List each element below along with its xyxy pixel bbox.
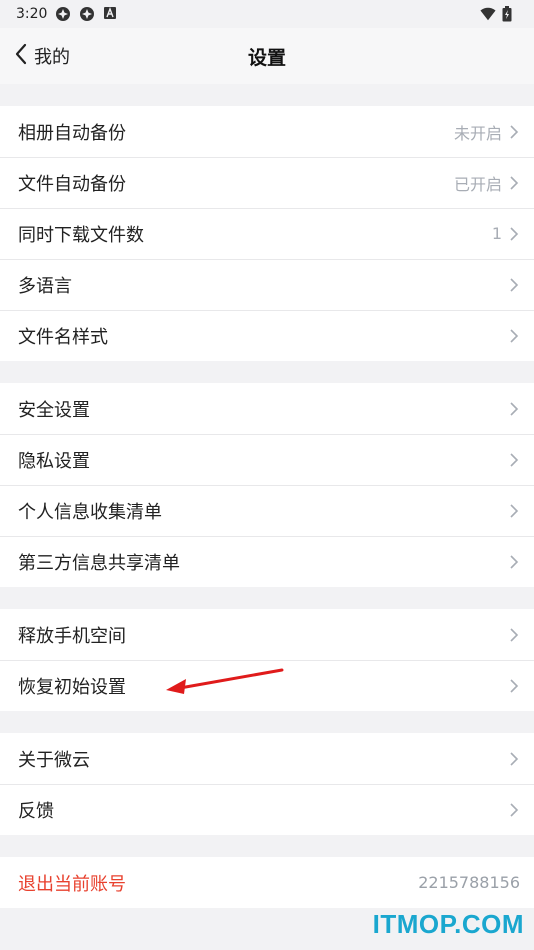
settings-row-factory-reset[interactable]: 恢复初始设置 [0, 660, 534, 711]
row-right [508, 678, 520, 694]
row-right [508, 401, 520, 417]
settings-group-about: 关于微云 反馈 [0, 733, 534, 835]
chevron-right-icon [508, 328, 520, 344]
row-label: 关于微云 [18, 749, 90, 771]
settings-row-third-party-sharing[interactable]: 第三方信息共享清单 [0, 536, 534, 587]
chevron-left-icon [14, 42, 28, 71]
back-label: 我的 [34, 47, 70, 68]
row-right: 1 [492, 224, 520, 243]
row-right: 已开启 [454, 171, 520, 195]
app-notification-icon [79, 6, 95, 22]
nav-bar: 我的 设置 [0, 28, 534, 84]
account-id: 2215788156 [418, 873, 520, 892]
app-notification-icon [55, 6, 71, 22]
row-right [508, 328, 520, 344]
row-label: 多语言 [18, 275, 72, 297]
back-button[interactable]: 我的 [14, 28, 70, 84]
row-right: 未开启 [454, 120, 520, 144]
row-label: 释放手机空间 [18, 625, 126, 647]
chevron-right-icon [508, 802, 520, 818]
row-right [508, 503, 520, 519]
section-gap [0, 711, 534, 733]
settings-row-security[interactable]: 安全设置 [0, 383, 534, 434]
logout-group: 退出当前账号 2215788156 [0, 857, 534, 908]
settings-row-free-space[interactable]: 释放手机空间 [0, 609, 534, 660]
settings-row-file-backup[interactable]: 文件自动备份 已开启 [0, 157, 534, 208]
settings-row-concurrent-downloads[interactable]: 同时下载文件数 1 [0, 208, 534, 259]
settings-row-filename-style[interactable]: 文件名样式 [0, 310, 534, 361]
row-right [508, 751, 520, 767]
settings-row-album-backup[interactable]: 相册自动备份 未开启 [0, 106, 534, 157]
row-value: 1 [491, 224, 502, 243]
section-gap [0, 361, 534, 383]
chevron-right-icon [508, 627, 520, 643]
row-value: 已开启 [453, 174, 502, 194]
settings-row-feedback[interactable]: 反馈 [0, 784, 534, 835]
chevron-right-icon [508, 678, 520, 694]
row-label: 文件自动备份 [18, 173, 126, 195]
status-left: 3:20 [16, 6, 119, 22]
row-label: 恢复初始设置 [18, 676, 126, 698]
wifi-icon [480, 6, 496, 22]
row-right [508, 277, 520, 293]
row-label: 同时下载文件数 [18, 224, 144, 246]
battery-charging-icon [502, 6, 518, 22]
section-gap [0, 587, 534, 609]
logout-label: 退出当前账号 [18, 873, 126, 895]
section-gap [0, 84, 534, 106]
row-value: 未开启 [453, 123, 502, 143]
settings-row-about[interactable]: 关于微云 [0, 733, 534, 784]
row-right [508, 627, 520, 643]
row-label: 文件名样式 [18, 326, 108, 348]
row-right [508, 452, 520, 468]
status-bar: 3:20 [0, 0, 534, 28]
row-label: 安全设置 [18, 399, 90, 421]
watermark-logo: ITMOP.COM [372, 909, 524, 939]
font-notification-icon [103, 6, 119, 22]
row-label: 反馈 [18, 800, 54, 822]
row-right [508, 554, 520, 570]
chevron-right-icon [508, 175, 520, 191]
row-label: 相册自动备份 [18, 122, 126, 144]
logout-button[interactable]: 退出当前账号 2215788156 [0, 857, 534, 908]
chevron-right-icon [508, 401, 520, 417]
row-label: 个人信息收集清单 [18, 501, 162, 523]
chevron-right-icon [508, 124, 520, 140]
chevron-right-icon [508, 277, 520, 293]
settings-row-language[interactable]: 多语言 [0, 259, 534, 310]
page-title: 设置 [247, 46, 286, 69]
settings-group-storage: 相册自动备份 未开启 文件自动备份 已开启 同时下载文件数 1 多语言 文件名样… [0, 106, 534, 361]
chevron-right-icon [508, 226, 520, 242]
settings-group-maintenance: 释放手机空间 恢复初始设置 [0, 609, 534, 711]
settings-group-privacy: 安全设置 隐私设置 个人信息收集清单 第三方信息共享清单 [0, 383, 534, 587]
settings-row-privacy[interactable]: 隐私设置 [0, 434, 534, 485]
row-right [508, 802, 520, 818]
status-time: 3:20 [16, 6, 48, 22]
chevron-right-icon [508, 503, 520, 519]
chevron-right-icon [508, 751, 520, 767]
chevron-right-icon [508, 452, 520, 468]
status-right [480, 6, 518, 22]
chevron-right-icon [508, 554, 520, 570]
settings-row-personal-info-list[interactable]: 个人信息收集清单 [0, 485, 534, 536]
row-label: 隐私设置 [18, 450, 90, 472]
row-label: 第三方信息共享清单 [18, 552, 180, 574]
section-gap [0, 835, 534, 857]
